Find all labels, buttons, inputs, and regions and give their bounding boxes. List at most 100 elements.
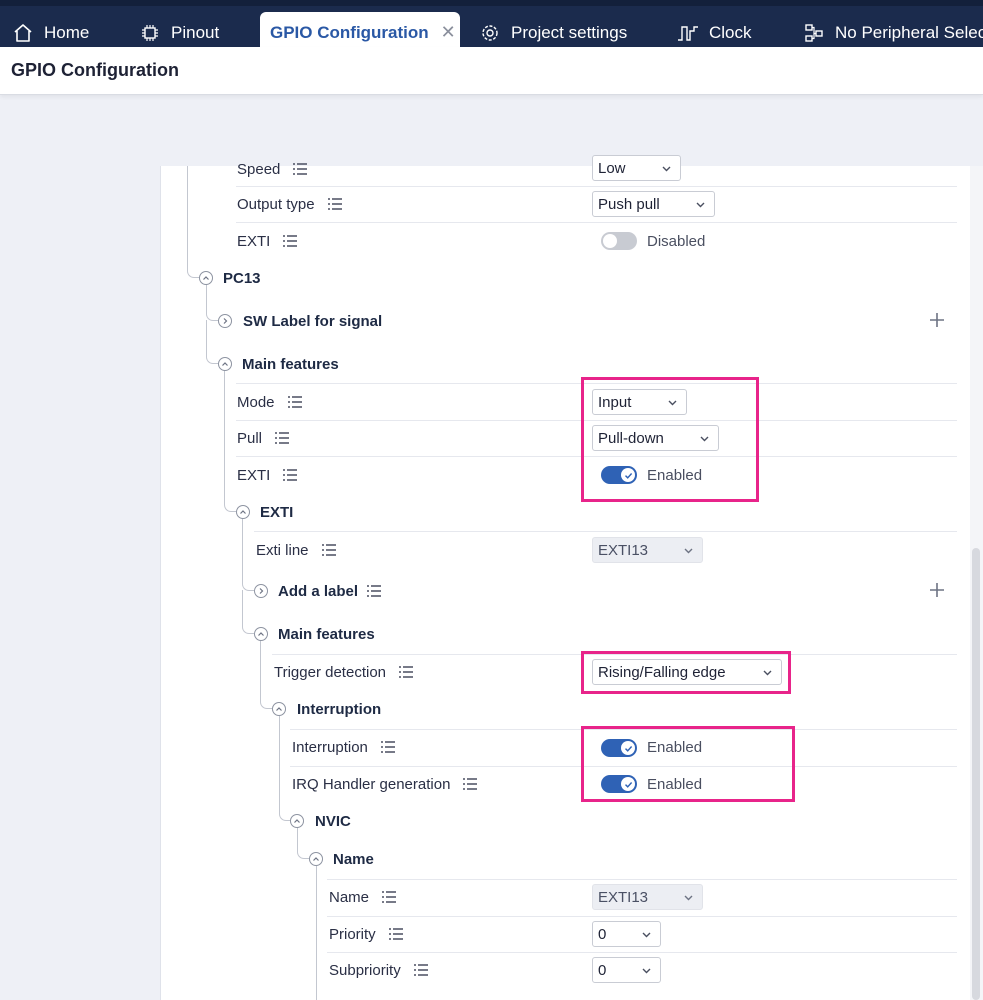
- chevron-down-icon: [684, 548, 693, 554]
- main-features-group-title: Main features: [242, 355, 339, 373]
- list-icon[interactable]: [274, 431, 290, 445]
- tree-line: [242, 590, 254, 634]
- sw-label-group-title: SW Label for signal: [243, 312, 383, 330]
- chevron-down-icon: [662, 166, 671, 172]
- tab-label: Clock: [709, 22, 752, 42]
- exti-top-toggle[interactable]: [601, 232, 637, 250]
- interruption-label: Interruption: [292, 737, 396, 757]
- subpriority-label: Subpriority: [329, 960, 429, 980]
- priority-label: Priority: [329, 924, 404, 944]
- tree-line: [224, 490, 236, 512]
- tab-label: No Peripheral Selec: [835, 22, 983, 42]
- exti-line-label: Exti line: [256, 540, 337, 560]
- collapse-icon[interactable]: [218, 357, 232, 371]
- list-icon[interactable]: [413, 963, 429, 977]
- clock-signal-icon: [677, 22, 699, 44]
- trigger-detection-label: Trigger detection: [274, 662, 414, 682]
- tree-line: [260, 640, 261, 690]
- add-icon[interactable]: [929, 312, 945, 328]
- settings-icon: [479, 22, 501, 44]
- chevron-down-icon: [684, 895, 693, 901]
- page-header: GPIO Configuration: [0, 47, 983, 95]
- exti-label: EXTI: [237, 465, 298, 485]
- exti-group-title: EXTI: [260, 503, 294, 521]
- name-label: Name: [329, 887, 397, 907]
- collapse-icon[interactable]: [290, 814, 304, 828]
- pull-label: Pull: [237, 428, 290, 448]
- tab-label: Home: [44, 22, 90, 42]
- expand-icon[interactable]: [218, 314, 232, 328]
- tab-bar: Home Pinout GPIO Configuration ✕ Project…: [0, 0, 983, 53]
- list-icon[interactable]: [287, 395, 303, 409]
- list-icon[interactable]: [398, 665, 414, 679]
- collapse-icon[interactable]: [254, 627, 268, 641]
- list-icon[interactable]: [381, 890, 397, 904]
- name-select: EXTI13: [592, 884, 703, 910]
- chevron-down-icon: [696, 202, 705, 208]
- main-features-group-title: Main features: [278, 625, 375, 643]
- row-separator: [236, 186, 957, 187]
- tree-line: [242, 518, 243, 578]
- chip-icon: [139, 22, 161, 44]
- row-separator: [327, 916, 957, 917]
- tree-line: [206, 284, 220, 321]
- speed-select[interactable]: Low: [592, 155, 681, 181]
- row-separator: [254, 531, 957, 532]
- list-icon[interactable]: [327, 197, 343, 211]
- collapse-icon[interactable]: [236, 505, 250, 519]
- tree-line: [260, 690, 272, 709]
- highlight-box: [581, 651, 791, 694]
- tree-line: [316, 866, 317, 1000]
- exti-top-label: EXTI: [237, 231, 298, 251]
- list-icon[interactable]: [380, 740, 396, 754]
- collapse-icon[interactable]: [199, 271, 213, 285]
- add-icon[interactable]: [929, 582, 945, 598]
- tree-line: [279, 800, 291, 821]
- peripheral-icon: [803, 22, 825, 44]
- priority-select[interactable]: 0: [592, 921, 661, 947]
- highlight-box: [581, 377, 759, 502]
- row-separator: [236, 222, 957, 223]
- close-icon[interactable]: ✕: [441, 22, 456, 43]
- list-icon[interactable]: [366, 584, 382, 598]
- expand-icon[interactable]: [254, 584, 268, 598]
- page-title: GPIO Configuration: [11, 60, 179, 80]
- tree-line: [242, 576, 254, 591]
- collapse-icon[interactable]: [272, 702, 286, 716]
- nvic-group-title: NVIC: [315, 812, 351, 830]
- tree-line: [297, 827, 309, 859]
- tab-label: GPIO Configuration: [270, 22, 429, 42]
- collapse-icon[interactable]: [309, 852, 323, 866]
- tree-line: [279, 716, 280, 801]
- tree-line: [206, 320, 220, 364]
- output-type-select[interactable]: Push pull: [592, 191, 715, 217]
- list-icon[interactable]: [462, 777, 478, 791]
- scrollbar-thumb[interactable]: [972, 548, 980, 1000]
- list-icon[interactable]: [282, 468, 298, 482]
- chevron-down-icon: [642, 968, 651, 974]
- tree-line: [187, 166, 188, 266]
- output-type-label: Output type: [237, 194, 343, 214]
- app-window: Home Pinout GPIO Configuration ✕ Project…: [0, 0, 983, 1000]
- interruption-group-title: Interruption: [297, 700, 382, 718]
- tree-line: [224, 370, 225, 490]
- chevron-down-icon: [642, 932, 651, 938]
- exti-top-status: Disabled: [647, 232, 706, 250]
- list-icon[interactable]: [321, 543, 337, 557]
- list-icon[interactable]: [292, 162, 308, 176]
- speed-label: Speed: [237, 159, 308, 179]
- mode-label: Mode: [237, 392, 303, 412]
- subpriority-select[interactable]: 0: [592, 957, 661, 983]
- highlight-box: [581, 726, 795, 802]
- toggle-knob: [603, 234, 617, 248]
- tab-label: Pinout: [171, 22, 220, 42]
- home-icon: [12, 22, 34, 44]
- list-icon[interactable]: [282, 234, 298, 248]
- pc13-group-title: PC13: [223, 269, 261, 287]
- name-group-title: Name: [333, 850, 374, 868]
- row-separator: [327, 879, 957, 880]
- row-separator: [327, 952, 957, 953]
- tab-label: Project settings: [511, 22, 628, 42]
- list-icon[interactable]: [388, 927, 404, 941]
- add-label-group-title: Add a label: [278, 581, 382, 601]
